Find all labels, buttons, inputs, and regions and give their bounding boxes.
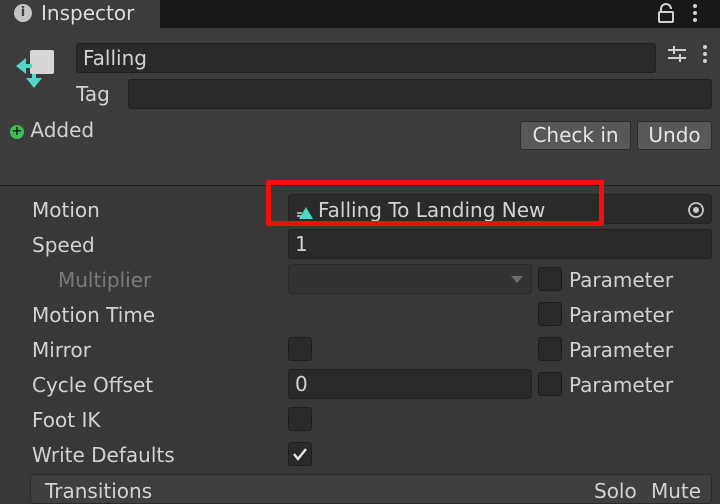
cycle-offset-value: 0: [295, 372, 308, 396]
multiplier-dropdown[interactable]: [288, 264, 532, 294]
foot-ik-label: Foot IK: [32, 408, 101, 432]
cycle-offset-field[interactable]: 0: [288, 369, 532, 399]
cycle-offset-label: Cycle Offset: [32, 373, 154, 397]
foot-ik-checkbox[interactable]: [288, 407, 312, 431]
check-in-button-label: Check in: [532, 123, 619, 147]
object-picker-icon[interactable]: [687, 200, 705, 218]
mirror-parameter-label: Parameter: [569, 338, 674, 362]
write-defaults-label: Write Defaults: [32, 443, 175, 467]
cycle-offset-parameter-label: Parameter: [569, 373, 674, 397]
checkmark-icon: [293, 448, 307, 461]
settings-sliders-icon[interactable]: [666, 44, 688, 64]
tag-field[interactable]: [128, 79, 712, 109]
object-name-value: Falling: [83, 46, 147, 70]
tag-label: Tag: [76, 82, 110, 106]
dropdown-arrow-icon: [511, 276, 523, 283]
speed-field[interactable]: 1: [288, 229, 712, 259]
added-status-label: Added: [30, 118, 95, 142]
tab-title: Inspector: [41, 1, 135, 25]
mirror-label: Mirror: [32, 338, 91, 362]
multiplier-label: Multiplier: [58, 268, 152, 292]
lock-icon[interactable]: [657, 3, 675, 23]
speed-label: Speed: [32, 233, 95, 257]
transitions-label: Transitions: [45, 479, 153, 503]
mirror-parameter-checkbox[interactable]: [538, 337, 562, 361]
write-defaults-checkbox[interactable]: [288, 442, 312, 466]
highlight-box: [266, 180, 604, 226]
motion-label: Motion: [32, 198, 100, 222]
mute-label: Mute: [651, 479, 702, 503]
check-in-button[interactable]: Check in: [520, 121, 631, 150]
multiplier-parameter-label: Parameter: [569, 268, 674, 292]
multiplier-parameter-checkbox[interactable]: [538, 267, 562, 291]
motion-time-parameter-label: Parameter: [569, 303, 674, 327]
solo-label: Solo: [594, 479, 637, 503]
header-menu-icon[interactable]: [700, 44, 710, 64]
cycle-offset-parameter-checkbox[interactable]: [538, 372, 562, 396]
speed-value: 1: [295, 232, 308, 256]
undo-button-label: Undo: [648, 123, 701, 147]
undo-button[interactable]: Undo: [637, 121, 712, 150]
info-icon: i: [14, 4, 32, 22]
motion-time-label: Motion Time: [32, 303, 156, 327]
animator-state-icon: [14, 46, 60, 90]
motion-time-parameter-checkbox[interactable]: [538, 302, 562, 326]
plus-circle-icon: +: [10, 123, 24, 139]
tab-inspector[interactable]: i Inspector: [0, 0, 160, 28]
object-name-field[interactable]: Falling: [76, 43, 656, 73]
added-status: + Added: [10, 118, 94, 142]
transitions-header: Transitions Solo Mute: [30, 474, 712, 504]
kebab-menu-icon[interactable]: [690, 3, 700, 23]
mirror-checkbox[interactable]: [288, 337, 312, 361]
